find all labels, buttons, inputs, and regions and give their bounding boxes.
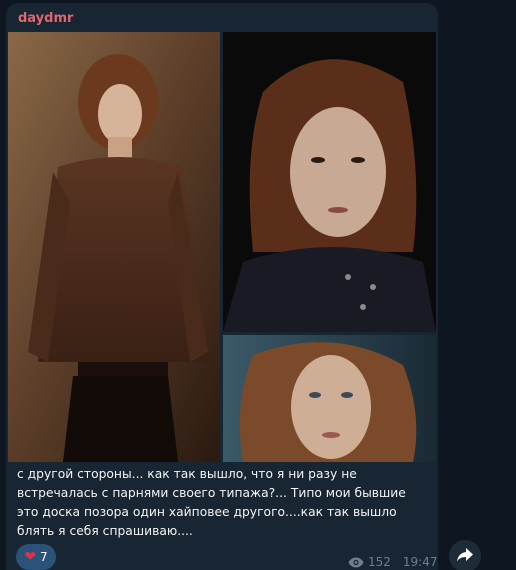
message-time: 19:47 <box>402 555 438 569</box>
eye-icon <box>348 557 364 568</box>
reaction-badge[interactable]: ❤ 7 <box>16 544 56 570</box>
photo-portrait[interactable] <box>223 32 436 332</box>
share-button[interactable] <box>449 540 481 570</box>
message-caption: с другой стороны... как так вышло, что я… <box>17 467 406 538</box>
heart-icon: ❤ <box>24 549 37 565</box>
author-name[interactable]: daydmr <box>18 11 73 26</box>
views-count: 152 <box>368 555 391 569</box>
reaction-count: 7 <box>40 550 48 564</box>
photo-tall[interactable] <box>8 32 220 462</box>
share-arrow-icon <box>457 547 473 566</box>
message-bubble: daydmr с другой стороны... как так вышло… <box>6 3 438 570</box>
photo-wide[interactable] <box>223 335 436 462</box>
message-meta: 152 19:47 <box>348 555 438 569</box>
